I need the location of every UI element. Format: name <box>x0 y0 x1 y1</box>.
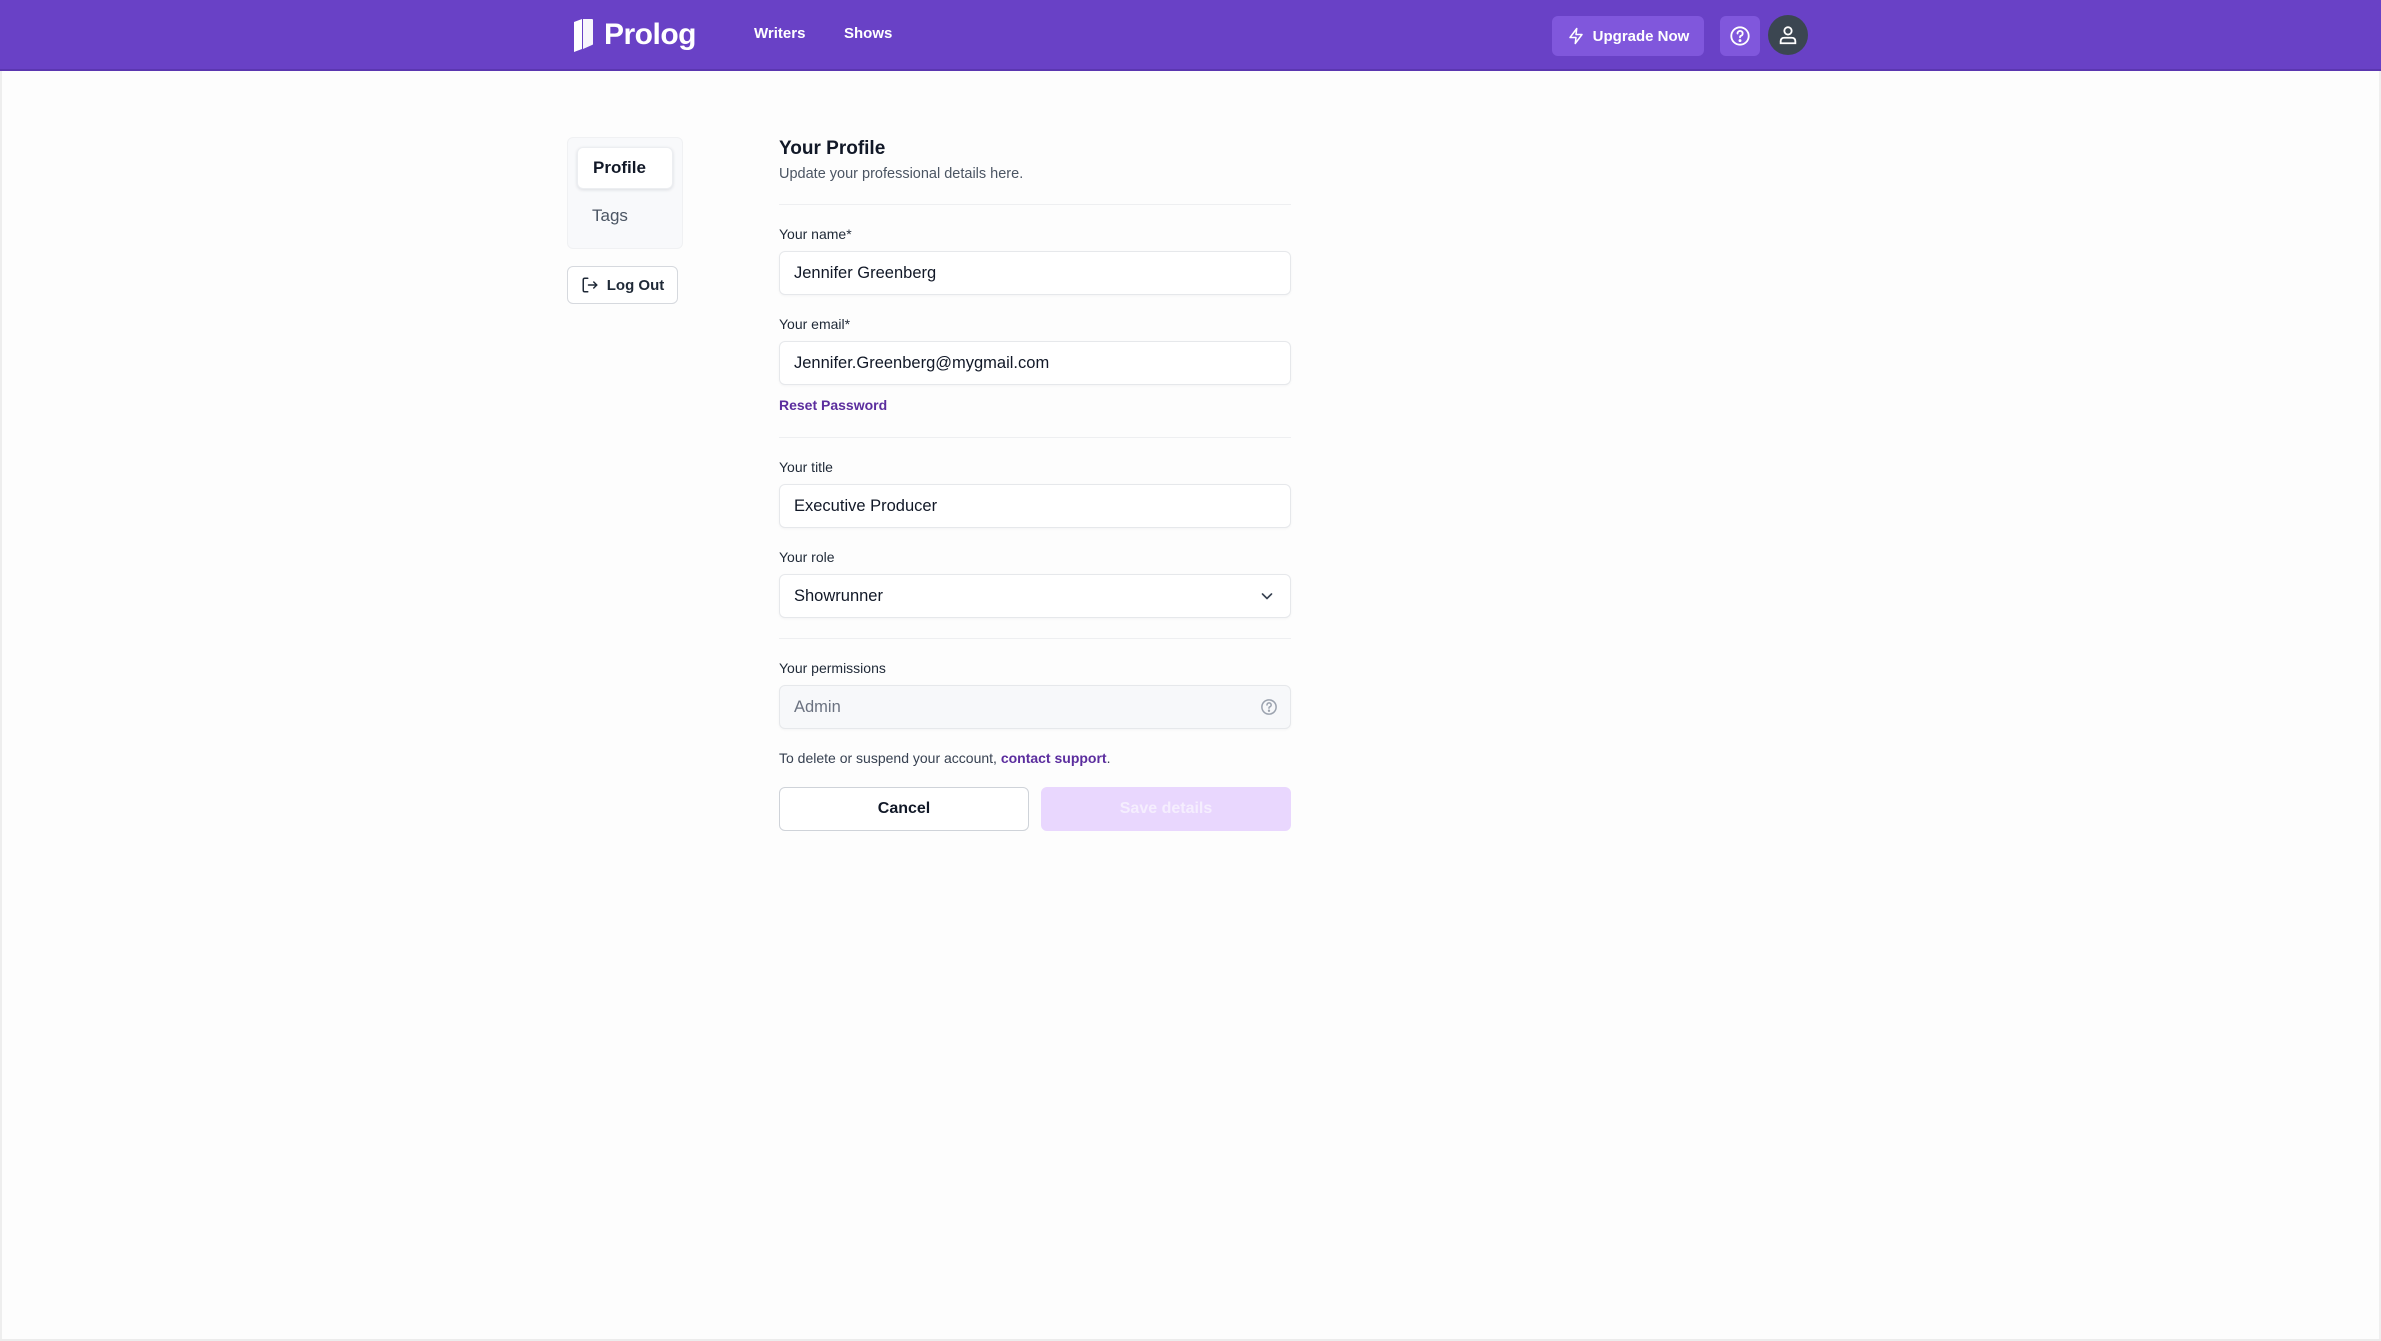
log-out-button[interactable]: Log Out <box>567 266 678 304</box>
divider <box>779 437 1291 438</box>
form-actions: Cancel Save details <box>779 787 1291 831</box>
settings-sidebar: Profile Tags <box>567 137 683 249</box>
title-label: Your title <box>779 459 833 475</box>
user-icon <box>1779 26 1797 45</box>
app-name: Prolog <box>604 18 697 51</box>
permissions-value: Admin <box>779 685 1291 729</box>
divider <box>779 204 1291 205</box>
delete-info-suffix: . <box>1106 750 1111 766</box>
page-frame-left <box>0 71 2 1341</box>
logout-arrow-icon <box>582 277 598 293</box>
reset-password-link[interactable]: Reset Password <box>779 397 887 413</box>
page-title: Your Profile <box>779 138 886 159</box>
profile-form: Your Profile Update your professional de… <box>779 138 1291 831</box>
email-input[interactable] <box>779 341 1291 385</box>
name-input[interactable] <box>779 251 1291 295</box>
top-navigation-bar: Prolog Writers Shows Upgrade Now <box>0 0 2381 71</box>
name-label: Your name* <box>779 226 852 242</box>
prolog-logo-icon <box>574 19 593 52</box>
role-select-value[interactable]: Showrunner <box>779 574 1291 618</box>
lightning-bolt-icon <box>1568 27 1583 45</box>
save-details-button[interactable]: Save details <box>1041 787 1291 831</box>
upgrade-now-button[interactable]: Upgrade Now <box>1552 16 1704 56</box>
divider <box>779 638 1291 639</box>
permissions-label: Your permissions <box>779 660 886 676</box>
chevron-down-icon <box>1261 593 1273 600</box>
app-logo[interactable]: Prolog <box>572 17 697 53</box>
delete-account-info: To delete or suspend your account, conta… <box>779 750 1291 766</box>
question-circle-icon <box>1730 26 1750 46</box>
page-subtitle: Update your professional details here. <box>779 166 1024 182</box>
contact-support-link[interactable]: contact support <box>1001 750 1107 766</box>
title-input[interactable] <box>779 484 1291 528</box>
sidebar-item-profile[interactable]: Profile <box>577 147 673 189</box>
upgrade-now-label: Upgrade Now <box>1592 27 1690 45</box>
permissions-field: Admin <box>779 685 1291 729</box>
cancel-button[interactable]: Cancel <box>779 787 1029 831</box>
sidebar-item-tags[interactable]: Tags <box>577 195 673 237</box>
nav-shows[interactable]: Shows <box>844 25 892 42</box>
help-button[interactable] <box>1720 16 1760 56</box>
user-avatar[interactable] <box>1768 15 1808 55</box>
role-label: Your role <box>779 549 835 565</box>
question-circle-icon[interactable] <box>1260 698 1278 716</box>
log-out-label: Log Out <box>606 276 665 294</box>
email-label: Your email* <box>779 316 851 332</box>
delete-info-prefix: To delete or suspend your account, <box>779 750 1001 766</box>
nav-writers[interactable]: Writers <box>754 25 805 42</box>
role-select[interactable]: Showrunner <box>779 574 1291 618</box>
